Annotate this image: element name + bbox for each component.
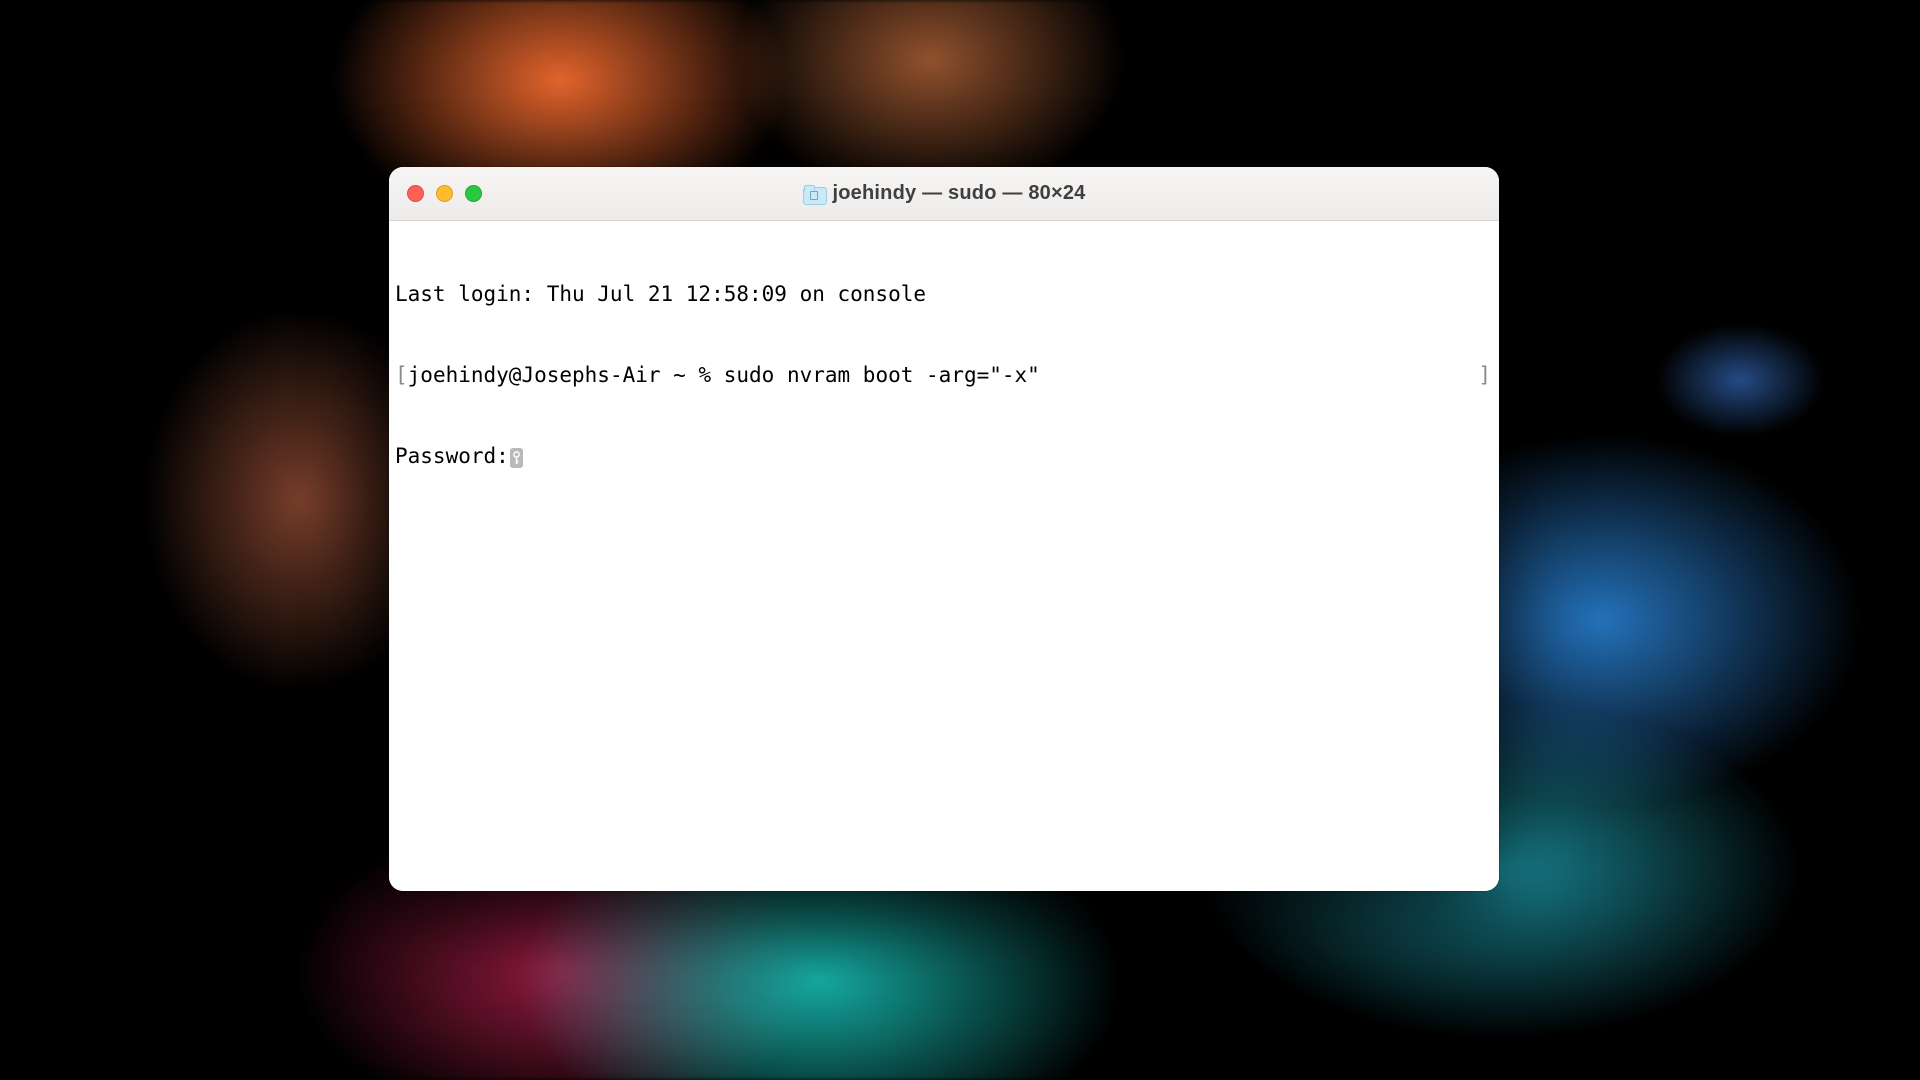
terminal-window: joehindy — sudo — 80×24 Last login: Thu … — [389, 167, 1499, 891]
zoom-button[interactable] — [465, 185, 482, 202]
entered-command: sudo nvram boot -arg="-x" — [724, 363, 1040, 387]
minimize-button[interactable] — [436, 185, 453, 202]
window-titlebar[interactable]: joehindy — sudo — 80×24 — [389, 167, 1499, 221]
password-prompt-line: Password: — [395, 443, 1493, 470]
prompt-close-bracket: ] — [1478, 362, 1493, 389]
folder-icon — [803, 185, 825, 203]
window-title: joehindy — sudo — 80×24 — [833, 182, 1086, 205]
terminal-viewport[interactable]: Last login: Thu Jul 21 12:58:09 on conso… — [389, 221, 1499, 891]
password-label: Password: — [395, 444, 509, 468]
close-button[interactable] — [407, 185, 424, 202]
command-line: [joehindy@Josephs-Air ~ % sudo nvram boo… — [395, 362, 1493, 389]
traffic-lights — [407, 185, 482, 202]
last-login-line: Last login: Thu Jul 21 12:58:09 on conso… — [395, 281, 1493, 308]
key-icon — [510, 448, 523, 468]
prompt-open-bracket: [ — [395, 363, 408, 387]
shell-prompt: joehindy@Josephs-Air ~ % — [408, 363, 724, 387]
